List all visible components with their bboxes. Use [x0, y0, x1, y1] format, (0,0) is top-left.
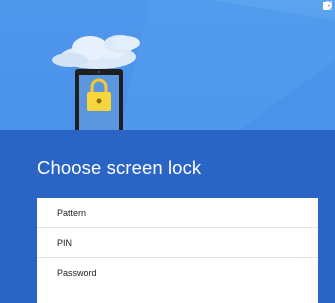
option-password[interactable]: Password	[37, 258, 318, 287]
option-label: PIN	[57, 237, 73, 248]
status-bar	[323, 1, 333, 15]
option-pin[interactable]: PIN	[37, 228, 318, 258]
option-label: Password	[57, 267, 97, 278]
cloud-icon	[52, 35, 140, 69]
option-pattern[interactable]: Pattern	[37, 198, 318, 228]
page-title: Choose screen lock	[37, 157, 202, 178]
hero-illustration	[0, 0, 335, 130]
option-label: Pattern	[57, 207, 87, 218]
hero-background	[52, 0, 335, 130]
lock-options-list: Pattern PIN Password	[37, 198, 318, 303]
